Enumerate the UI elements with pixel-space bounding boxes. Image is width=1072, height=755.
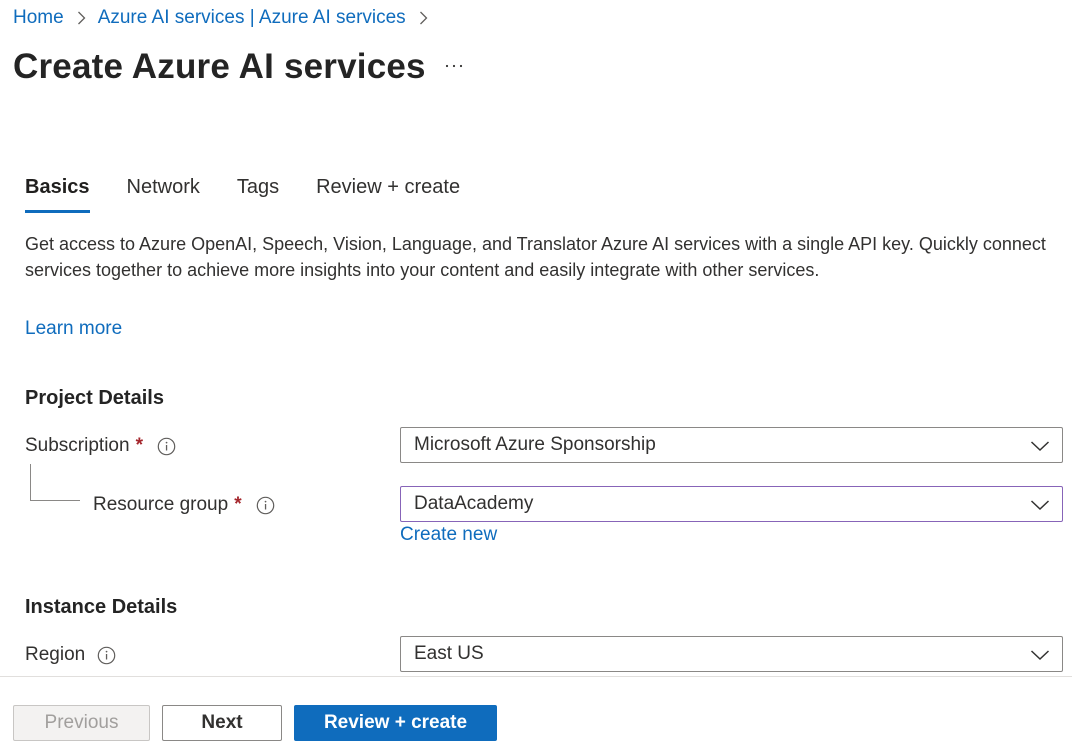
chevron-right-icon: [77, 11, 86, 25]
tab-basics[interactable]: Basics: [25, 172, 90, 213]
previous-button[interactable]: Previous: [13, 705, 150, 741]
resource-group-value: DataAcademy: [414, 493, 534, 514]
required-marker: *: [234, 494, 242, 515]
region-label: Region: [25, 641, 116, 669]
project-details-heading: Project Details: [25, 387, 164, 409]
create-new-resource-group-link[interactable]: Create new: [400, 524, 497, 546]
region-value: East US: [414, 643, 484, 664]
info-icon[interactable]: [97, 646, 116, 665]
chevron-down-icon: [1030, 496, 1050, 520]
resource-group-label: Resource group *: [93, 491, 275, 519]
chevron-down-icon: [1030, 437, 1050, 461]
subscription-label-text: Subscription: [25, 435, 130, 456]
next-button[interactable]: Next: [162, 705, 282, 741]
required-marker: *: [135, 435, 143, 456]
ellipsis-icon[interactable]: [441, 56, 467, 76]
chevron-down-icon: [1030, 646, 1050, 670]
page-title: Create Azure AI services: [13, 47, 426, 86]
subscription-value: Microsoft Azure Sponsorship: [414, 434, 656, 455]
breadcrumb-home[interactable]: Home: [13, 7, 64, 29]
breadcrumb-azure-ai-services[interactable]: Azure AI services | Azure AI services: [98, 7, 406, 29]
tab-review-create[interactable]: Review + create: [316, 172, 460, 213]
chevron-right-icon: [419, 11, 428, 25]
resource-group-dropdown[interactable]: DataAcademy: [400, 486, 1063, 522]
info-icon[interactable]: [256, 496, 275, 515]
tab-network[interactable]: Network: [127, 172, 200, 213]
review-create-button[interactable]: Review + create: [294, 705, 497, 741]
service-description: Get access to Azure OpenAI, Speech, Visi…: [25, 234, 1046, 280]
tree-connector: [30, 464, 80, 501]
region-label-text: Region: [25, 644, 86, 665]
region-dropdown[interactable]: East US: [400, 636, 1063, 672]
subscription-dropdown[interactable]: Microsoft Azure Sponsorship: [400, 427, 1063, 463]
resource-group-label-text: Resource group: [93, 494, 229, 515]
subscription-label: Subscription *: [25, 432, 176, 460]
wizard-footer: Previous Next Review + create: [0, 676, 1072, 755]
instance-details-heading: Instance Details: [25, 596, 178, 618]
wizard-tabs: Basics Network Tags Review + create: [25, 172, 497, 213]
learn-more-link[interactable]: Learn more: [25, 318, 122, 340]
info-icon[interactable]: [157, 437, 176, 456]
tab-tags[interactable]: Tags: [237, 172, 279, 213]
breadcrumb: Home Azure AI services | Azure AI servic…: [13, 6, 440, 30]
